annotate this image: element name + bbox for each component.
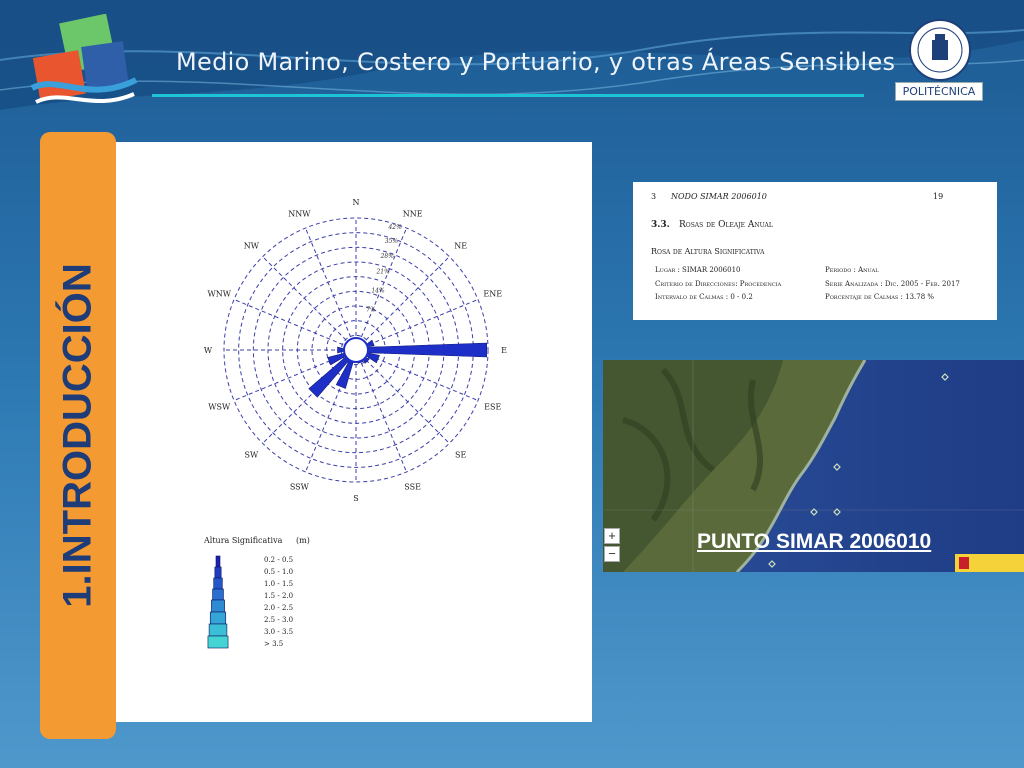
rose-spoke bbox=[355, 256, 450, 351]
rose-spoke bbox=[305, 227, 357, 351]
zoom-out-button[interactable]: − bbox=[604, 546, 620, 562]
institution-label: POLITÉCNICA bbox=[895, 82, 983, 101]
rose-direction-label: SSW bbox=[290, 483, 310, 492]
rose-spoke bbox=[262, 256, 357, 351]
rose-center bbox=[343, 337, 369, 363]
rose-direction-label: E bbox=[501, 346, 507, 355]
rose-direction-label: ENE bbox=[483, 289, 502, 298]
section-title-wrapper: 1.INTRODUCCIÓN bbox=[40, 132, 116, 739]
rose-ring-label: 35% bbox=[385, 238, 399, 245]
legend-swatch bbox=[213, 577, 223, 590]
porcentaje-field: Porcentaje de Calmas : 13.78 % bbox=[825, 293, 935, 301]
lugar-field: Lugar : SIMAR 2006010 bbox=[655, 266, 741, 274]
slide-title: Medio Marino, Costero y Portuario, y otr… bbox=[176, 48, 896, 76]
rose-direction-label: NW bbox=[244, 241, 260, 250]
legend-item-label: 2.5 - 3.0 bbox=[264, 616, 294, 624]
section-number: 3.3. bbox=[651, 220, 670, 230]
rose-spoke bbox=[233, 299, 357, 351]
chapter-number: 3 bbox=[651, 192, 657, 201]
periodo-field: Periodo : Anual bbox=[825, 266, 879, 274]
area-logo bbox=[30, 14, 138, 104]
section-heading: Rosas de Oleaje Anual bbox=[679, 220, 773, 230]
rose-direction-label: W bbox=[204, 346, 213, 355]
report-excerpt: 3 NODO SIMAR 2006010 19 3.3. Rosas de Ol… bbox=[633, 182, 997, 320]
legend-item-label: 0.5 - 1.0 bbox=[264, 568, 294, 576]
legend-unit: (m) bbox=[296, 536, 310, 545]
rose-spoke bbox=[355, 349, 407, 473]
intervalo-field: Intervalo de Calmas : 0 - 0.2 bbox=[655, 293, 753, 301]
legend-swatch bbox=[212, 588, 224, 601]
legend-swatch bbox=[208, 623, 228, 637]
legend-swatch bbox=[214, 566, 222, 579]
legend-swatch bbox=[209, 611, 227, 625]
wave-rose-figure: N NNE NE ENE E ESE SE SSE S SSW SW WSW W WNW NW NNW 7% 14… bbox=[116, 142, 592, 722]
legend-item-label: > 3.5 bbox=[264, 640, 284, 648]
rose-ring-label: 42% bbox=[387, 224, 402, 231]
subsection-heading: Rosa de Altura Significativa bbox=[651, 247, 765, 256]
rose-ring-label: 21% bbox=[375, 268, 390, 275]
rose-direction-label: S bbox=[353, 494, 358, 503]
rose-direction-label: NNE bbox=[403, 209, 423, 218]
chapter-title: NODO SIMAR 2006010 bbox=[671, 192, 767, 201]
rose-spoke bbox=[355, 349, 450, 444]
rose-direction-label: NE bbox=[454, 241, 467, 250]
legend-swatch bbox=[211, 599, 225, 613]
legend-item-label: 3.0 - 3.5 bbox=[264, 628, 294, 636]
legend-item-label: 1.5 - 2.0 bbox=[264, 592, 294, 600]
rose-petal bbox=[367, 342, 487, 358]
legend-swatch bbox=[207, 635, 229, 649]
criterio-field: Criterio de Direcciones: Procedencia bbox=[655, 280, 782, 288]
rose-direction-label: WSW bbox=[208, 403, 231, 412]
legend-title: Altura Significativa bbox=[204, 536, 283, 545]
legend-swatch bbox=[215, 555, 221, 568]
simar-point-label: PUNTO SIMAR 2006010 bbox=[697, 530, 932, 553]
rose-direction-label: NNW bbox=[288, 209, 311, 218]
legend-item-label: 1.0 - 1.5 bbox=[264, 580, 294, 588]
rose-direction-label: SSE bbox=[404, 483, 421, 492]
legend-item-label: 2.0 - 2.5 bbox=[264, 604, 294, 612]
rose-direction-label: N bbox=[353, 198, 360, 207]
title-underline bbox=[152, 94, 864, 97]
section-title: 1.INTRODUCCIÓN bbox=[55, 263, 100, 608]
legend-item-label: 0.2 - 0.5 bbox=[264, 556, 294, 564]
page-number: 19 bbox=[933, 192, 944, 201]
zoom-in-button[interactable]: + bbox=[604, 528, 620, 544]
rose-ring-label: 28% bbox=[380, 253, 395, 260]
rose-direction-label: SE bbox=[455, 451, 466, 460]
rose-direction-label: ESE bbox=[484, 403, 501, 412]
rose-direction-label: WNW bbox=[208, 289, 232, 298]
rose-ring-label: 7% bbox=[366, 307, 376, 314]
rose-direction-label: SW bbox=[244, 451, 258, 460]
serie-field: Serie Analizada : Dic. 2005 - Feb. 2017 bbox=[825, 280, 960, 288]
rose-ring-label: 14% bbox=[371, 288, 385, 295]
wave-rose-chart: N NNE NE ENE E ESE SE SSE S SSW SW WSW W WNW NW NNW 7% 14… bbox=[204, 198, 507, 649]
